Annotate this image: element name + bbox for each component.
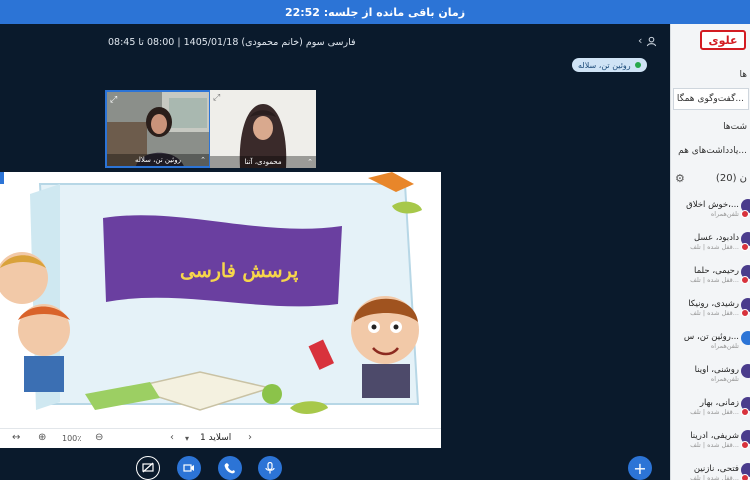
user-list-item[interactable]: روئین تن، س... تلفن‌همراه <box>671 324 750 357</box>
user-role: قفل شده | تلف... <box>690 308 739 317</box>
video-name: روئین تن، سلاله <box>107 154 209 166</box>
sidebar-item-shared-notes[interactable]: یادداشت‌های هم... <box>671 140 750 162</box>
user-icon <box>646 36 657 46</box>
zoom-out-icon[interactable]: ⊖ <box>95 432 103 443</box>
more-icon[interactable]: ⌃ <box>307 158 313 166</box>
mic-button[interactable] <box>258 456 282 480</box>
user-role: تلفن‌همراه <box>710 374 739 383</box>
phone-icon <box>224 463 235 474</box>
user-list-item[interactable]: زمانی، بهار قفل شده | تلف... <box>671 390 750 423</box>
user-role: قفل شده | تلف... <box>690 473 739 480</box>
session-timer-bar: زمان باقی مانده از جلسه: 22:52 <box>0 0 750 24</box>
logo: علوی <box>700 30 746 50</box>
mic-active-icon <box>634 62 641 68</box>
user-role: قفل شده | تلف... <box>690 407 739 416</box>
user-name: شریفی، آدرینا <box>690 430 739 441</box>
user-list: خوش اخلاق،... تلفن‌همراه دادبود، عسل قفل ش… <box>671 192 750 480</box>
camera-icon <box>183 464 194 472</box>
next-slide-icon[interactable]: › <box>248 432 252 443</box>
expand-icon[interactable]: ⤢ <box>213 93 220 103</box>
avatar <box>741 364 750 378</box>
user-list-item[interactable]: روشنی، آوینا تلفن‌همراه <box>671 357 750 390</box>
user-name: فتحی، نازنین <box>693 463 739 474</box>
user-name: خوش اخلاق،... <box>686 199 739 210</box>
user-name: رشیدی، رونیکا <box>688 298 739 309</box>
slide-title: پرسش فارسی <box>180 260 299 282</box>
add-button[interactable]: + <box>628 456 652 480</box>
meeting-title: فارسی سوم (خانم محمودی) 1405/01/18 | 08:… <box>108 37 356 48</box>
session-timer-text: زمان باقی مانده از جلسه: 22:52 <box>284 5 466 19</box>
camera-button[interactable] <box>177 456 201 480</box>
user-list-item[interactable]: شریفی، آدرینا قفل شده | تلف... <box>671 423 750 456</box>
user-role: قفل شده | تلف... <box>690 242 739 251</box>
screen-share-icon <box>142 462 154 473</box>
slide-illustration <box>0 172 441 428</box>
phone-button[interactable] <box>218 456 242 480</box>
screen-share-button[interactable] <box>136 456 160 480</box>
logo-text: علوی <box>708 33 738 47</box>
prev-slide-icon[interactable]: ‹ <box>170 432 174 443</box>
user-list-item[interactable]: خوش اخلاق،... تلفن‌همراه <box>671 192 750 225</box>
slide-selector[interactable]: اسلاید 1 <box>200 433 231 443</box>
slide-navigation: ↔ ⊕ 100٪ ⊖ ‹ ▾ اسلاید 1 › <box>0 428 441 448</box>
gear-icon[interactable]: ⚙ <box>675 172 685 185</box>
user-name: زمانی، بهار <box>699 397 739 408</box>
chevron-down-icon[interactable]: ▾ <box>185 434 189 443</box>
expand-icon[interactable]: ⤢ <box>110 95 117 105</box>
mic-muted-icon <box>741 474 749 480</box>
user-list-item[interactable]: رشیدی، رونیکا قفل شده | تلف... <box>671 291 750 324</box>
video-tile[interactable]: ⤢ روئین تن، سلاله ⌃ <box>105 90 211 168</box>
user-name: رحیمی، حلما <box>694 265 739 276</box>
presenter-badge: روئین تن، سلاله <box>572 58 647 72</box>
presenter-name: روئین تن، سلاله <box>578 60 631 70</box>
mic-muted-icon <box>741 441 749 449</box>
sidebar-item[interactable]: ها <box>671 64 750 86</box>
zoom-in-icon[interactable]: ⊕ <box>38 432 46 443</box>
user-role: قفل شده | تلف... <box>690 275 739 284</box>
sidebar-item-notes[interactable]: شت‌ها <box>671 116 750 138</box>
user-role: تلفن‌همراه <box>710 209 739 218</box>
mic-muted-icon <box>741 210 749 218</box>
users-count: ن (20) <box>715 172 747 184</box>
video-name: محمودی، آتنا <box>210 156 316 168</box>
user-role: قفل شده | تلف... <box>690 440 739 449</box>
user-list-item[interactable]: فتحی، نازنین قفل شده | تلف... <box>671 456 750 480</box>
user-name: دادبود، عسل <box>693 232 739 243</box>
plus-icon: + <box>633 458 647 478</box>
video-tile[interactable]: ⤢ محمودی، آتنا ⌃ <box>210 90 316 168</box>
fit-width-icon[interactable]: ↔ <box>12 432 20 443</box>
user-list-toggle[interactable]: ‹ <box>638 34 657 47</box>
user-name: روئین تن، س... <box>683 331 739 342</box>
mic-muted-icon <box>741 243 749 251</box>
users-header: ⚙ ن (20) <box>671 168 750 188</box>
sidebar-item-public-chat[interactable]: گفت‌وگوی همگا... <box>673 88 749 110</box>
mic-muted-icon <box>741 408 749 416</box>
mic-icon <box>265 462 275 474</box>
avatar <box>741 331 750 345</box>
user-list-item[interactable]: رحیمی، حلما قفل شده | تلف... <box>671 258 750 291</box>
user-name: روشنی، آوینا <box>694 364 739 375</box>
mic-muted-icon <box>741 276 749 284</box>
slide-edge-marker <box>0 172 4 184</box>
mic-muted-icon <box>741 309 749 317</box>
sidebar: علوی ها گفت‌وگوی همگا... شت‌ها یادداشت‌ه… <box>670 24 750 480</box>
more-icon[interactable]: ⌃ <box>200 156 206 164</box>
presentation-slide <box>0 172 441 428</box>
chevron-left-icon: ‹ <box>638 34 643 47</box>
zoom-level: 100٪ <box>62 434 82 443</box>
user-role: تلفن‌همراه <box>710 341 739 350</box>
user-list-item[interactable]: دادبود، عسل قفل شده | تلف... <box>671 225 750 258</box>
